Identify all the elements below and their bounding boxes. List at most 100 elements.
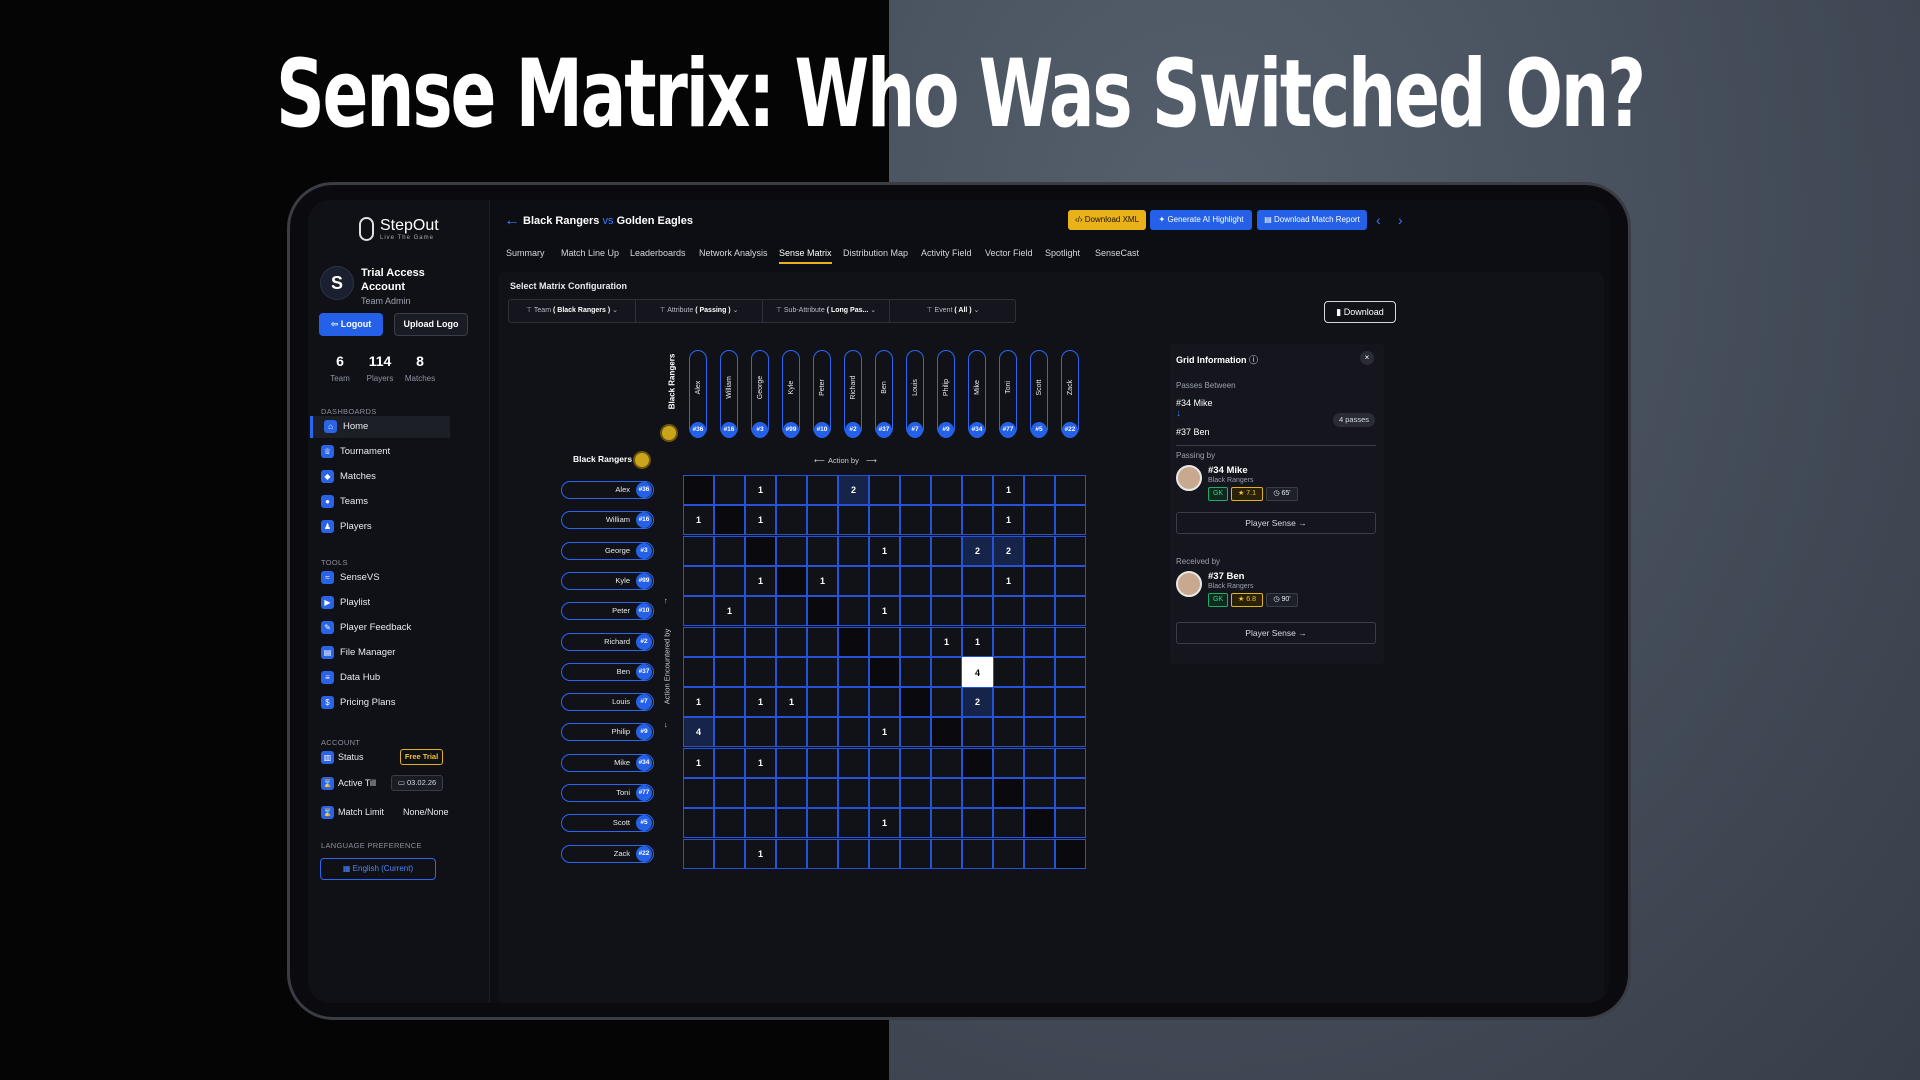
matrix-cell[interactable]: 1 xyxy=(869,596,900,627)
matrix-cell[interactable] xyxy=(776,626,807,657)
matrix-cell[interactable] xyxy=(714,565,745,596)
matrix-cell[interactable] xyxy=(1055,778,1086,808)
matrix-cell[interactable] xyxy=(1055,596,1086,627)
matrix-cell[interactable] xyxy=(838,717,869,748)
matrix-cell[interactable] xyxy=(807,626,838,657)
matrix-cell[interactable] xyxy=(1055,838,1086,869)
matrix-cell[interactable] xyxy=(869,626,900,657)
matrix-cell[interactable] xyxy=(900,565,931,596)
filter-sub-attribute[interactable]: ⊤ Sub-Attribute ( Long Pas... ⌄ xyxy=(763,300,890,322)
matrix-cell[interactable] xyxy=(993,808,1024,839)
matrix-cell[interactable] xyxy=(962,505,993,536)
language-select[interactable]: ▦ English (Current) xyxy=(320,858,436,880)
matrix-cell[interactable] xyxy=(993,747,1024,778)
matrix-cell[interactable] xyxy=(993,687,1024,718)
matrix-cell[interactable] xyxy=(869,505,900,536)
tab-match-line-up[interactable]: Match Line Up xyxy=(561,248,619,258)
matrix-cell[interactable] xyxy=(962,747,993,778)
matrix-cell[interactable] xyxy=(838,626,869,657)
free-trial-badge[interactable]: Free Trial xyxy=(400,749,443,765)
nav-home[interactable]: ⌂ Home xyxy=(310,416,450,438)
generate-ai-highlight-button[interactable]: ✦ Generate AI Highlight xyxy=(1150,210,1252,230)
matrix-cell[interactable] xyxy=(931,838,962,869)
matrix-cell[interactable] xyxy=(776,565,807,596)
matrix-cell[interactable]: 1 xyxy=(683,505,714,536)
matrix-cell[interactable] xyxy=(776,475,807,505)
matrix-cell[interactable] xyxy=(838,656,869,687)
matrix-cell[interactable] xyxy=(931,687,962,718)
matrix-cell[interactable] xyxy=(962,808,993,839)
matrix-cell[interactable] xyxy=(807,475,838,505)
matrix-cell[interactable] xyxy=(1024,687,1055,718)
matrix-cell[interactable]: 1 xyxy=(745,687,776,718)
matrix-cell[interactable] xyxy=(993,778,1024,808)
matrix-cell[interactable] xyxy=(900,596,931,627)
back-arrow-icon[interactable]: ← xyxy=(504,212,520,230)
matrix-cell[interactable] xyxy=(931,808,962,839)
matrix-cell[interactable] xyxy=(838,838,869,869)
matrix-cell[interactable]: 2 xyxy=(962,687,993,718)
matrix-cell[interactable] xyxy=(1055,656,1086,687)
matrix-cell[interactable] xyxy=(683,626,714,657)
matrix-cell[interactable] xyxy=(931,565,962,596)
matrix-cell[interactable] xyxy=(807,687,838,718)
matrix-cell[interactable] xyxy=(714,687,745,718)
nav-sensevs[interactable]: ≈ SenseVS xyxy=(310,567,450,589)
download-button[interactable]: ▮ Download xyxy=(1324,301,1396,323)
nav-teams[interactable]: ● Teams xyxy=(310,491,450,513)
matrix-cell[interactable] xyxy=(776,656,807,687)
matrix-cell[interactable] xyxy=(683,808,714,839)
prev-arrow-icon[interactable]: ‹ xyxy=(1376,212,1381,228)
matrix-cell[interactable] xyxy=(1055,747,1086,778)
matrix-cell[interactable]: 1 xyxy=(714,596,745,627)
matrix-cell[interactable] xyxy=(807,747,838,778)
matrix-cell[interactable] xyxy=(993,717,1024,748)
matrix-cell[interactable] xyxy=(807,717,838,748)
matrix-cell[interactable]: 1 xyxy=(745,747,776,778)
matrix-cell[interactable] xyxy=(1055,626,1086,657)
matrix-cell[interactable] xyxy=(714,778,745,808)
matrix-cell[interactable] xyxy=(993,838,1024,869)
upload-logo-button[interactable]: Upload Logo xyxy=(394,313,468,336)
matrix-cell[interactable] xyxy=(807,596,838,627)
matrix-cell[interactable] xyxy=(807,505,838,536)
matrix-cell[interactable] xyxy=(807,535,838,566)
matrix-cell[interactable] xyxy=(900,747,931,778)
tab-vector-field[interactable]: Vector Field xyxy=(985,248,1033,258)
tab-activity-field[interactable]: Activity Field xyxy=(921,248,972,258)
matrix-cell[interactable] xyxy=(807,778,838,808)
matrix-cell[interactable] xyxy=(714,747,745,778)
matrix-cell[interactable] xyxy=(683,475,714,505)
matrix-cell[interactable] xyxy=(1024,596,1055,627)
nav-player-feedback[interactable]: ✎ Player Feedback xyxy=(310,617,450,639)
matrix-cell[interactable] xyxy=(993,596,1024,627)
matrix-cell[interactable] xyxy=(745,808,776,839)
matrix-cell[interactable] xyxy=(869,565,900,596)
matrix-cell[interactable] xyxy=(1024,475,1055,505)
matrix-cell[interactable]: 1 xyxy=(683,687,714,718)
matrix-cell[interactable] xyxy=(745,778,776,808)
matrix-cell[interactable] xyxy=(1055,535,1086,566)
matrix-cell[interactable] xyxy=(1024,717,1055,748)
matrix-cell[interactable] xyxy=(900,838,931,869)
matrix-cell[interactable] xyxy=(683,656,714,687)
matrix-cell[interactable] xyxy=(714,535,745,566)
close-icon[interactable]: × xyxy=(1360,351,1374,365)
matrix-cell[interactable] xyxy=(993,656,1024,687)
matrix-cell[interactable] xyxy=(1024,565,1055,596)
matrix-cell[interactable] xyxy=(1055,505,1086,536)
matrix-cell[interactable] xyxy=(745,596,776,627)
matrix-cell[interactable] xyxy=(1055,808,1086,839)
matrix-cell[interactable] xyxy=(931,717,962,748)
matrix-cell[interactable] xyxy=(745,626,776,657)
matrix-cell[interactable] xyxy=(714,838,745,869)
tab-leaderboards[interactable]: Leaderboards xyxy=(630,248,686,258)
matrix-cell[interactable]: 1 xyxy=(931,626,962,657)
matrix-cell[interactable] xyxy=(962,565,993,596)
tab-sense-matrix[interactable]: Sense Matrix xyxy=(779,248,832,264)
matrix-cell[interactable] xyxy=(776,747,807,778)
matrix-cell[interactable] xyxy=(838,535,869,566)
matrix-cell[interactable] xyxy=(714,626,745,657)
matrix-cell[interactable]: 1 xyxy=(869,717,900,748)
tab-spotlight[interactable]: Spotlight xyxy=(1045,248,1080,258)
